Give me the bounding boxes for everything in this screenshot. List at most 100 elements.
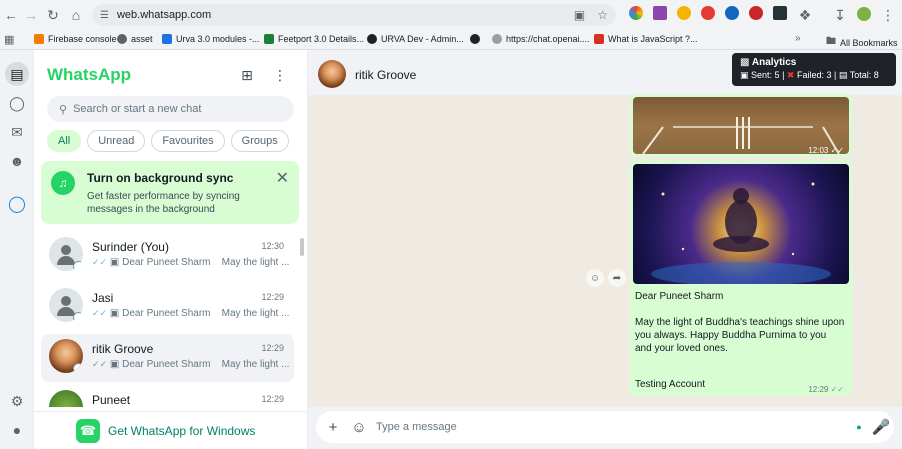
forward-icon[interactable]: → [20,4,42,26]
microphone-icon[interactable]: 🎤 [872,418,891,436]
search-input[interactable]: ⚲ Search or start a new chat [47,96,294,122]
bookmark-favicon [367,34,377,44]
buddha-meditation-image[interactable] [633,164,849,284]
image-icon: ▣ [109,359,120,370]
failed-icon: ✖ [786,70,795,80]
failed-count: Failed: 3 [796,70,832,80]
menu-icon[interactable]: ⋮ [271,66,289,84]
bookmark-item[interactable]: Firebase console [34,34,117,44]
scrollbar-thumb[interactable] [300,238,304,256]
background-sync-banner[interactable]: ♫ Turn on background sync Get faster per… [41,161,299,224]
app-title: WhatsApp [47,65,132,84]
browser-toolbar: ← → ↻ ⌂ ☰ web.whatsapp.com ▣ ☆ ❖ ↧ ⋮ [0,0,902,30]
download-icon[interactable]: ↧ [829,4,851,26]
more-bookmarks-icon[interactable]: » [795,33,801,44]
site-info-icon[interactable]: ☰ [100,10,109,21]
profile-avatar[interactable] [857,7,871,21]
meta-ai-icon[interactable]: ◯ [5,192,29,216]
bookmark-item[interactable]: What is JavaScript ?... [594,34,698,44]
extension-icon-2[interactable] [653,6,667,20]
conversation-header[interactable]: ritik Groove ▩ Analytics ▣ Sent: 5 | ✖ F… [308,50,902,96]
extension-icon-5[interactable] [725,6,739,20]
chat-row[interactable]: Surinder (You) 12:30 ✓✓ ▣ Dear Puneet Sh… [41,232,294,280]
apps-grid-icon[interactable]: ▦ [4,33,14,46]
chats-icon[interactable]: ▤ [5,62,29,86]
banner-title: Turn on background sync [87,171,234,185]
bookmark-item[interactable]: asset [117,34,153,44]
communities-icon[interactable]: ☻ [5,149,29,173]
read-ticks-icon: ✓✓ [92,308,108,318]
bookmark-item[interactable]: URVA Dev - Admin... [367,34,464,44]
extension-icon-7[interactable] [773,6,787,20]
all-bookmarks-button[interactable]: 🖿 All Bookmarks [826,34,898,51]
bookmark-item[interactable]: Urva 3.0 modules -... [162,34,260,44]
close-icon[interactable]: ✕ [276,168,289,188]
chat-name: ritik Groove [92,342,154,356]
filter-groups[interactable]: Groups [230,130,289,152]
back-icon[interactable]: ← [0,4,22,26]
filter-all[interactable]: All [47,130,82,152]
bookmark-item[interactable]: https://chat.openai.... [492,34,590,44]
chat-row[interactable]: Jasi 12:29 ✓✓ ▣ Dear Puneet Sharm May th… [41,283,294,331]
image-icon: ▣ [109,308,120,319]
folder-icon: 🖿 [826,36,836,47]
reload-icon[interactable]: ↻ [42,4,64,26]
firebase-icon [34,34,44,44]
forward-icon[interactable]: ➦ [608,269,626,287]
chat-row[interactable]: Puneet 12:29 [41,385,294,407]
image-icon: ▣ [109,257,120,268]
sticker-emoji-icon[interactable]: ☺ [350,418,368,436]
drive-icon [162,34,172,44]
get-whatsapp-windows-link[interactable]: ☎ Get WhatsApp for Windows [34,411,308,449]
address-bar[interactable]: ☰ web.whatsapp.com ▣ ☆ [92,4,616,26]
chart-icon: ▩ [740,57,750,68]
message-placeholder: Type a message [376,421,457,433]
message-input[interactable]: + ☺ Type a message ● 🎤 [316,411,894,443]
avatar [49,288,83,322]
extension-icon-3[interactable] [677,6,691,20]
url-text: web.whatsapp.com [116,9,212,21]
chat-row-selected[interactable]: ritik Groove 12:29 ✓✓ ▣ Dear Puneet Shar… [41,334,294,382]
contact-avatar[interactable] [318,60,346,88]
contact-name: ritik Groove [355,68,417,82]
avatar [49,339,83,373]
attach-plus-icon[interactable]: + [324,418,342,436]
github-icon [470,34,480,44]
new-chat-icon[interactable]: ⊞ [238,66,256,84]
chat-time: 12:29 [261,394,284,404]
message-time: 12:29 ✓✓ [808,385,844,394]
settings-icon[interactable]: ⚙ [5,389,29,413]
outgoing-image-text-message[interactable]: Dear Puneet Sharm May the light of Buddh… [630,161,852,396]
avatar [49,237,83,271]
globe-icon [492,34,502,44]
filter-favourites[interactable]: Favourites [151,130,225,152]
analytics-stats: ▣ Sent: 5 | ✖ Failed: 3 | ▤ Total: 8 [740,70,879,80]
extensions-puzzle-icon[interactable]: ❖ [794,4,816,26]
search-placeholder: Search or start a new chat [73,103,202,115]
install-app-icon[interactable]: ▣ [574,8,585,22]
bookmark-star-icon[interactable]: ☆ [597,8,608,22]
typing-dot-icon: ● [856,422,862,432]
emoji-reaction-icon[interactable]: ☺ [586,269,604,287]
search-icon: ⚲ [59,103,68,116]
filter-chips: All Unread Favourites Groups [47,130,289,152]
chat-preview: ✓✓ ▣ Dear Puneet Sharm May the light ... [92,257,290,268]
browser-menu-icon[interactable]: ⋮ [877,4,899,26]
banner-text: Get faster performance by syncing messag… [87,191,240,215]
home-icon[interactable]: ⌂ [65,4,87,26]
bookmark-favicon [117,34,127,44]
extension-icon-6[interactable] [749,6,763,20]
status-icon[interactable]: ◯ [5,91,29,115]
channels-icon[interactable]: ✉ [5,120,29,144]
extension-icon-4[interactable] [701,6,715,20]
chat-name: Surinder (You) [92,240,169,254]
outgoing-image-message[interactable]: 12:03 ✓✓ [630,94,852,157]
message-time: 12:03 ✓✓ [808,146,844,155]
delivered-ticks-icon: ✓✓ [92,359,108,369]
extension-icon-1[interactable] [629,6,643,20]
filter-unread[interactable]: Unread [87,130,146,152]
bookmark-item[interactable]: Feetport 3.0 Details... [264,34,364,44]
chat-time: 12:30 [261,241,284,251]
bookmark-item[interactable] [470,34,484,44]
profile-icon[interactable]: ● [5,418,29,442]
